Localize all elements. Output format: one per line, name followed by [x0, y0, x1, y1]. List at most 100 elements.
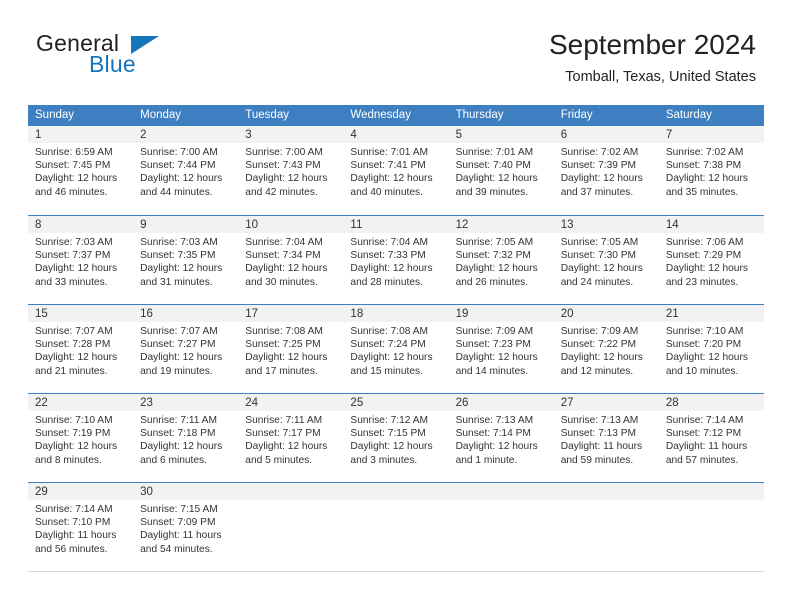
day-number: 12	[455, 219, 469, 231]
day-cell[interactable]: 10 Sunrise: 7:04 AM Sunset: 7:34 PM Dayligh…	[238, 216, 343, 304]
weekday-header-tuesday: Tuesday	[245, 109, 289, 121]
day-daylight-line1-text: Daylight: 12 hours	[140, 263, 223, 275]
day-sun-info: Sunrise: 7:09 AM Sunset: 7:22 PM Daylight:…	[561, 325, 659, 378]
day-cell[interactable]: 17 Sunrise: 7:08 AM Sunset: 7:25 PM Dayligh…	[238, 305, 343, 393]
weekday-header-saturday: Saturday	[665, 109, 712, 121]
day-cell[interactable]: 18 Sunrise: 7:08 AM Sunset: 7:24 PM Dayligh…	[343, 305, 448, 393]
day-sunrise-text: Sunrise: 7:11 AM	[140, 415, 217, 426]
day-cell[interactable]: 22 Sunrise: 7:10 AM Sunset: 7:19 PM Dayligh…	[28, 394, 133, 482]
day-cell[interactable]: 2 Sunrise: 7:00 AM Sunset: 7:44 PM Daylight…	[133, 126, 238, 215]
day-cell[interactable]: 21 Sunrise: 7:10 AM Sunset: 7:20 PM Dayligh…	[659, 305, 764, 393]
day-number: 28	[665, 397, 679, 409]
day-cell[interactable]: 1 Sunrise: 6:59 AM Sunset: 7:45 PM Daylight…	[28, 126, 133, 215]
day-cell[interactable]: 13 Sunrise: 7:05 AM Sunset: 7:30 PM Dayligh…	[554, 216, 659, 304]
day-sunset-text: Sunset: 7:14 PM	[455, 428, 531, 440]
day-cell[interactable]: 30 Sunrise: 7:15 AM Sunset: 7:09 PM Dayligh…	[133, 483, 238, 571]
week-days: 8 Sunrise: 7:03 AM Sunset: 7:37 PM Daylight…	[28, 216, 764, 304]
day-daylight-line2-text: and 30 minutes.	[245, 276, 318, 288]
page-title: September 2024	[548, 29, 756, 60]
day-sun-info: Sunrise: 7:07 AM Sunset: 7:27 PM Daylight:…	[140, 325, 238, 378]
day-sunset-text: Sunset: 7:33 PM	[350, 250, 426, 262]
day-number: 7	[665, 129, 673, 141]
day-number: 17	[245, 308, 259, 320]
week-days: 15 Sunrise: 7:07 AM Sunset: 7:28 PM Dayligh…	[28, 305, 764, 393]
day-cell[interactable]: 3 Sunrise: 7:00 AM Sunset: 7:43 PM Daylight…	[238, 126, 343, 215]
day-sun-info: Sunrise: 7:12 AM Sunset: 7:15 PM Daylight:…	[350, 414, 448, 467]
day-number: 13	[560, 219, 574, 231]
day-cell[interactable]: 4 Sunrise: 7:01 AM Sunset: 7:41 PM Daylight…	[343, 126, 448, 215]
day-sunset-text: Sunset: 7:44 PM	[140, 160, 216, 172]
day-number	[245, 484, 343, 500]
day-daylight-line1-text: Daylight: 12 hours	[35, 441, 118, 453]
day-sun-info: Sunrise: 7:13 AM Sunset: 7:14 PM Daylight:…	[456, 414, 554, 467]
day-daylight-line2-text: and 42 minutes.	[245, 186, 318, 198]
day-daylight-line2-text: and 8 minutes.	[35, 454, 102, 466]
day-daylight-line2-text: and 40 minutes.	[350, 186, 423, 198]
day-daylight-line1-text: Daylight: 11 hours	[665, 441, 748, 453]
day-daylight-line1-text: Daylight: 12 hours	[35, 352, 118, 364]
day-sunrise-text: Sunrise: 7:07 AM	[140, 326, 218, 337]
day-cell[interactable]: 27 Sunrise: 7:13 AM Sunset: 7:13 PM Dayligh…	[554, 394, 659, 482]
day-sunrise-text: Sunrise: 7:13 AM	[560, 415, 639, 426]
day-sun-info: Sunrise: 7:02 AM Sunset: 7:38 PM Daylight:…	[666, 146, 764, 199]
day-cell[interactable]: 29 Sunrise: 7:14 AM Sunset: 7:10 PM Dayligh…	[28, 483, 133, 571]
day-daylight-line1-text: Daylight: 12 hours	[665, 173, 748, 185]
day-daylight-line1-text: Daylight: 12 hours	[35, 263, 118, 275]
day-cell[interactable]: 9 Sunrise: 7:03 AM Sunset: 7:35 PM Daylight…	[133, 216, 238, 304]
day-daylight-line1-text: Daylight: 12 hours	[350, 173, 433, 185]
day-cell[interactable]: 6 Sunrise: 7:02 AM Sunset: 7:39 PM Daylight…	[554, 126, 659, 215]
day-number: 16	[140, 308, 153, 320]
day-cell[interactable]: 19 Sunrise: 7:09 AM Sunset: 7:23 PM Dayligh…	[449, 305, 554, 393]
day-cell[interactable]: 8 Sunrise: 7:03 AM Sunset: 7:37 PM Daylight…	[28, 216, 133, 304]
day-daylight-line1-text: Daylight: 12 hours	[350, 263, 433, 275]
weekday-header-sunday: Sunday	[35, 109, 75, 121]
day-daylight-line1-text: Daylight: 11 hours	[140, 530, 222, 542]
day-sun-info: Sunrise: 6:59 AM Sunset: 7:45 PM Daylight:…	[35, 146, 133, 199]
day-daylight-line1-text: Daylight: 12 hours	[140, 441, 223, 453]
day-cell[interactable]: 14 Sunrise: 7:06 AM Sunset: 7:29 PM Dayligh…	[659, 216, 764, 304]
day-sunrise-text: Sunrise: 7:09 AM	[560, 326, 639, 337]
day-daylight-line2-text: and 23 minutes.	[665, 276, 739, 288]
day-cell[interactable]: 20 Sunrise: 7:09 AM Sunset: 7:22 PM Dayligh…	[554, 305, 659, 393]
day-sunrise-text: Sunrise: 7:06 AM	[665, 237, 744, 248]
calendar-week-row: 15 Sunrise: 7:07 AM Sunset: 7:28 PM Dayligh…	[28, 304, 764, 393]
general-blue-logo[interactable]: General Blue	[36, 30, 236, 82]
day-cell-empty	[343, 483, 448, 571]
day-cell[interactable]: 28 Sunrise: 7:14 AM Sunset: 7:12 PM Dayligh…	[659, 394, 764, 482]
day-sunset-text: Sunset: 7:39 PM	[560, 160, 637, 172]
day-sunset-text: Sunset: 7:29 PM	[665, 250, 742, 262]
day-number	[456, 484, 554, 500]
day-daylight-line2-text: and 46 minutes.	[35, 186, 108, 198]
day-daylight-line1-text: Daylight: 12 hours	[140, 173, 223, 185]
day-cell[interactable]: 5 Sunrise: 7:01 AM Sunset: 7:40 PM Daylight…	[449, 126, 554, 215]
day-cell[interactable]: 11 Sunrise: 7:04 AM Sunset: 7:33 PM Dayligh…	[343, 216, 448, 304]
day-number: 19	[455, 308, 469, 320]
day-cell[interactable]: 25 Sunrise: 7:12 AM Sunset: 7:15 PM Dayligh…	[343, 394, 448, 482]
day-daylight-line2-text: and 57 minutes.	[665, 454, 739, 466]
day-daylight-line2-text: and 26 minutes.	[455, 276, 529, 288]
day-sunrise-text: Sunrise: 7:12 AM	[350, 415, 429, 426]
day-daylight-line1-text: Daylight: 12 hours	[140, 352, 223, 364]
day-daylight-line2-text: and 59 minutes.	[560, 454, 634, 466]
day-daylight-line1-text: Daylight: 12 hours	[560, 263, 643, 275]
day-sunset-text: Sunset: 7:28 PM	[35, 339, 111, 351]
day-cell[interactable]: 12 Sunrise: 7:05 AM Sunset: 7:32 PM Dayligh…	[449, 216, 554, 304]
day-cell[interactable]: 16 Sunrise: 7:07 AM Sunset: 7:27 PM Dayligh…	[133, 305, 238, 393]
day-cell[interactable]: 7 Sunrise: 7:02 AM Sunset: 7:38 PM Daylight…	[659, 126, 764, 215]
day-cell[interactable]: 26 Sunrise: 7:13 AM Sunset: 7:14 PM Dayligh…	[449, 394, 554, 482]
day-daylight-line2-text: and 6 minutes.	[140, 454, 207, 466]
day-sun-info: Sunrise: 7:00 AM Sunset: 7:44 PM Daylight:…	[140, 146, 238, 199]
day-cell[interactable]: 24 Sunrise: 7:11 AM Sunset: 7:17 PM Dayligh…	[238, 394, 343, 482]
day-daylight-line2-text: and 10 minutes.	[665, 365, 739, 377]
day-sunset-text: Sunset: 7:27 PM	[140, 339, 216, 351]
calendar-week-row: 22 Sunrise: 7:10 AM Sunset: 7:19 PM Dayligh…	[28, 393, 764, 482]
day-sun-info: Sunrise: 7:08 AM Sunset: 7:25 PM Daylight:…	[245, 325, 343, 378]
day-daylight-line1-text: Daylight: 12 hours	[560, 352, 643, 364]
day-daylight-line2-text: and 24 minutes.	[560, 276, 634, 288]
weekday-header-thursday: Thursday	[455, 109, 504, 121]
weekday-header-monday: Monday	[140, 109, 182, 121]
day-cell[interactable]: 23 Sunrise: 7:11 AM Sunset: 7:18 PM Dayligh…	[133, 394, 238, 482]
day-daylight-line1-text: Daylight: 12 hours	[455, 441, 538, 453]
day-cell[interactable]: 15 Sunrise: 7:07 AM Sunset: 7:28 PM Dayligh…	[28, 305, 133, 393]
weekday-header-wednesday: Wednesday	[350, 109, 411, 121]
